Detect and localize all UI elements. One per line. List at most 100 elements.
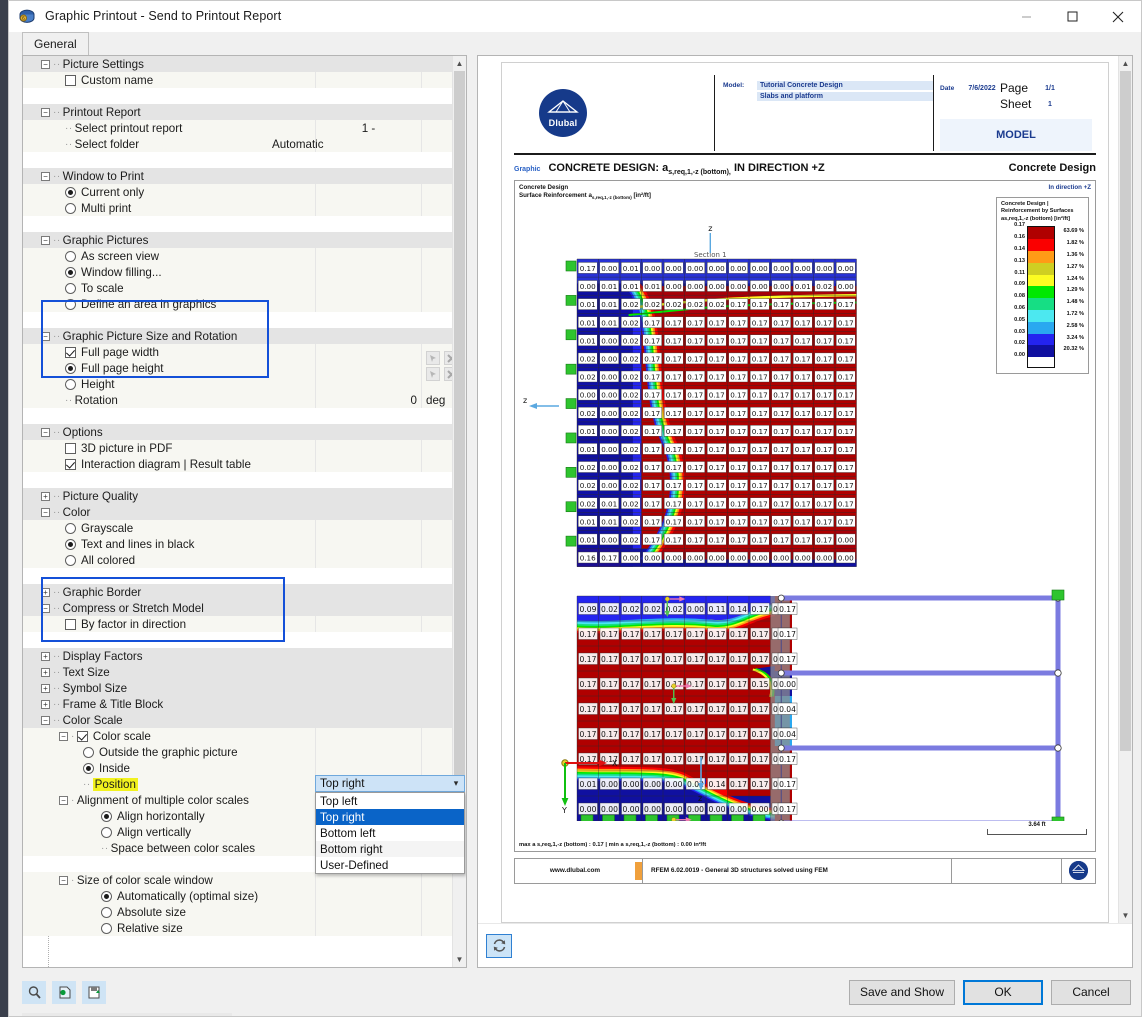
tree-row-value[interactable]	[315, 456, 421, 472]
minimize-button[interactable]	[1003, 1, 1049, 32]
tree-group-graphic-border[interactable]: + ·· Graphic Border	[23, 584, 452, 600]
scroll-down-arrow-icon[interactable]: ▼	[453, 952, 466, 967]
radio-unselected[interactable]	[65, 202, 76, 214]
tree-item-current-only[interactable]: Current only	[23, 184, 452, 200]
expand-icon[interactable]: +	[41, 651, 50, 661]
expand-icon[interactable]: +	[41, 491, 50, 501]
tree-row-value[interactable]	[315, 744, 421, 760]
radio-selected[interactable]	[83, 762, 94, 774]
preview-scroll-thumb[interactable]	[1120, 71, 1131, 751]
collapse-icon[interactable]: −	[41, 235, 50, 245]
collapse-icon[interactable]: −	[41, 427, 50, 437]
preview-scrollbar[interactable]: ▲ ▼	[1118, 56, 1132, 923]
radio-unselected[interactable]	[65, 250, 76, 262]
settings-preview-icon[interactable]	[52, 980, 76, 1004]
tree-row-value[interactable]	[315, 552, 421, 568]
save-and-show-button[interactable]: Save and Show	[848, 979, 955, 1005]
position-options-list[interactable]: Top left Top right Bottom left Bottom right…	[315, 792, 465, 874]
tree-row-value[interactable]	[315, 200, 421, 216]
cancel-button[interactable]: Cancel	[1051, 979, 1131, 1005]
tree-row-unit[interactable]	[421, 888, 454, 904]
tree-row-value[interactable]	[315, 888, 421, 904]
tree-item-custom-name[interactable]: Custom name	[23, 72, 452, 88]
tree-row-value[interactable]	[315, 920, 421, 936]
tree-row-unit[interactable]	[421, 248, 454, 264]
tree-row-value[interactable]	[315, 728, 421, 744]
tree-item-size-of-color-scale-window[interactable]: − · Size of color scale window	[23, 872, 452, 888]
tree-item-3d-picture-in-pdf[interactable]: 3D picture in PDF	[23, 440, 452, 456]
checkbox-unchecked[interactable]	[65, 74, 76, 86]
tree-item-full-page-width[interactable]: Full page width	[23, 344, 452, 360]
scroll-thumb[interactable]	[454, 71, 465, 816]
tree-group-color-scale[interactable]: − ·· Color Scale	[23, 712, 452, 728]
tree-item-all-colored[interactable]: All colored	[23, 552, 452, 568]
tree-row-unit[interactable]	[421, 184, 454, 200]
tree-group-window-to-print[interactable]: − ·· Window to Print	[23, 168, 452, 184]
radio-selected[interactable]	[101, 810, 112, 822]
tree-item-text-and-lines-in-black[interactable]: Text and lines in black	[23, 536, 452, 552]
tree-item-select-folder[interactable]: ·· Select folder Automatic	[23, 136, 452, 152]
tree-row-unit[interactable]	[421, 616, 454, 632]
preview-scroll-area[interactable]: Dlubal Model: Tutorial Concrete Design S…	[478, 56, 1132, 923]
close-button[interactable]	[1095, 1, 1141, 32]
checkbox-checked[interactable]	[65, 458, 76, 470]
tree-row-value[interactable]	[315, 760, 421, 776]
tree-row-value[interactable]	[315, 376, 421, 392]
tree-row-unit[interactable]	[421, 296, 454, 312]
tree-group-frame-title-block[interactable]: + ·· Frame & Title Block	[23, 696, 452, 712]
save-settings-icon[interactable]	[82, 980, 106, 1004]
tree-item-window-filling-[interactable]: Window filling...	[23, 264, 452, 280]
tree-group-picture-settings[interactable]: − ·· Picture Settings	[23, 56, 452, 72]
radio-selected[interactable]	[101, 890, 112, 902]
tree-row-unit[interactable]	[421, 200, 454, 216]
tree-row-unit[interactable]	[421, 744, 454, 760]
tree-row-unit[interactable]	[421, 728, 454, 744]
tree-row-unit[interactable]	[421, 552, 454, 568]
collapse-icon[interactable]: −	[41, 331, 50, 341]
tab-general[interactable]: General	[22, 32, 89, 55]
tree-row-unit[interactable]	[421, 904, 454, 920]
tree-row-value[interactable]	[315, 296, 421, 312]
tree-row-value[interactable]	[315, 248, 421, 264]
tree-item-full-page-height[interactable]: Full page height	[23, 360, 452, 376]
collapse-icon[interactable]: −	[41, 107, 50, 117]
tree-row-value[interactable]	[315, 872, 421, 888]
tree-row-value[interactable]	[315, 520, 421, 536]
tree-row-unit[interactable]	[421, 760, 454, 776]
checkbox-checked[interactable]	[65, 346, 76, 358]
preview-scroll-down-icon[interactable]: ▼	[1119, 908, 1132, 923]
expand-icon[interactable]: +	[41, 699, 50, 709]
tree-group-color[interactable]: − ·· Color	[23, 504, 452, 520]
tree-item-by-factor-in-direction[interactable]: By factor in direction	[23, 616, 452, 632]
tree-group-graphic-picture-size-and-rotation[interactable]: − ·· Graphic Picture Size and Rotation	[23, 328, 452, 344]
tree-item-as-screen-view[interactable]: As screen view	[23, 248, 452, 264]
radio-selected[interactable]	[65, 266, 76, 278]
tree-row-unit[interactable]	[421, 264, 454, 280]
tree-row-unit[interactable]	[421, 520, 454, 536]
radio-unselected[interactable]	[101, 922, 112, 934]
tree-row-value[interactable]	[315, 72, 421, 88]
tree-group-compress-or-stretch-model[interactable]: − ·· Compress or Stretch Model	[23, 600, 452, 616]
tree-row-unit[interactable]	[421, 440, 454, 456]
collapse-icon[interactable]: −	[41, 59, 50, 69]
tree-item-define-an-area-in-graphics[interactable]: Define an area in graphics	[23, 296, 452, 312]
tree-item-multi-print[interactable]: Multi print	[23, 200, 452, 216]
collapse-icon[interactable]: −	[59, 875, 68, 885]
tree-item-to-scale[interactable]: To scale	[23, 280, 452, 296]
tree-row-unit[interactable]	[421, 120, 454, 136]
tree-row-unit[interactable]: deg	[421, 392, 454, 408]
radio-unselected[interactable]	[65, 554, 76, 566]
tree-row-unit[interactable]	[421, 456, 454, 472]
tree-item-automatically-optimal-size-[interactable]: Automatically (optimal size)	[23, 888, 452, 904]
tree-row-unit[interactable]	[421, 872, 454, 888]
tree-group-text-size[interactable]: + ·· Text Size	[23, 664, 452, 680]
pick-area-button-2[interactable]	[426, 367, 440, 381]
radio-unselected[interactable]	[101, 826, 112, 838]
zoom-preview-icon[interactable]	[22, 980, 46, 1004]
tree-item-height[interactable]: Height	[23, 376, 452, 392]
chevron-down-icon[interactable]: ▾	[448, 778, 464, 789]
position-option-top-right[interactable]: Top right	[316, 809, 464, 825]
tree-row-value[interactable]: 0	[315, 392, 421, 408]
tree-group-graphic-pictures[interactable]: − ·· Graphic Pictures	[23, 232, 452, 248]
expand-icon[interactable]: +	[41, 587, 50, 597]
